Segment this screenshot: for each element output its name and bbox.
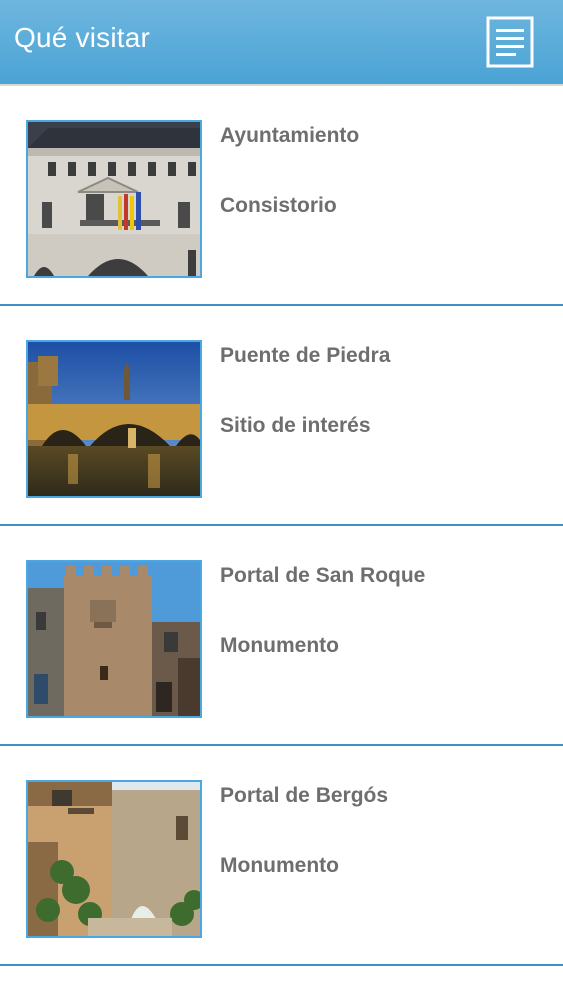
item-title: Ayuntamiento [220,124,360,147]
stone-bridge-photo [26,340,202,498]
item-subtitle: Consistorio [220,194,337,217]
list-menu-icon [486,16,534,68]
list-item[interactable]: Portal de Bergós Monumento [0,746,563,966]
san-roque-gate-photo [26,560,202,718]
item-title: Puente de Piedra [220,344,391,367]
item-title: Portal de San Roque [220,564,426,587]
item-subtitle: Monumento [220,634,339,657]
item-subtitle: Sitio de interés [220,414,371,437]
app-header: Qué visitar [0,0,563,86]
bergos-gate-photo [26,780,202,938]
list-item[interactable]: Puente de Piedra Sitio de interés [0,306,563,526]
item-title: Portal de Bergós [220,784,389,807]
item-subtitle: Monumento [220,854,339,877]
menu-button[interactable] [486,16,534,68]
list-item[interactable]: Portal de San Roque Monumento [0,526,563,746]
town-hall-photo [26,120,202,278]
page-title: Qué visitar [14,22,151,53]
list-item[interactable]: Ayuntamiento Consistorio [0,86,563,306]
places-list: Ayuntamiento Consistorio Puente de Piedr… [0,86,563,966]
